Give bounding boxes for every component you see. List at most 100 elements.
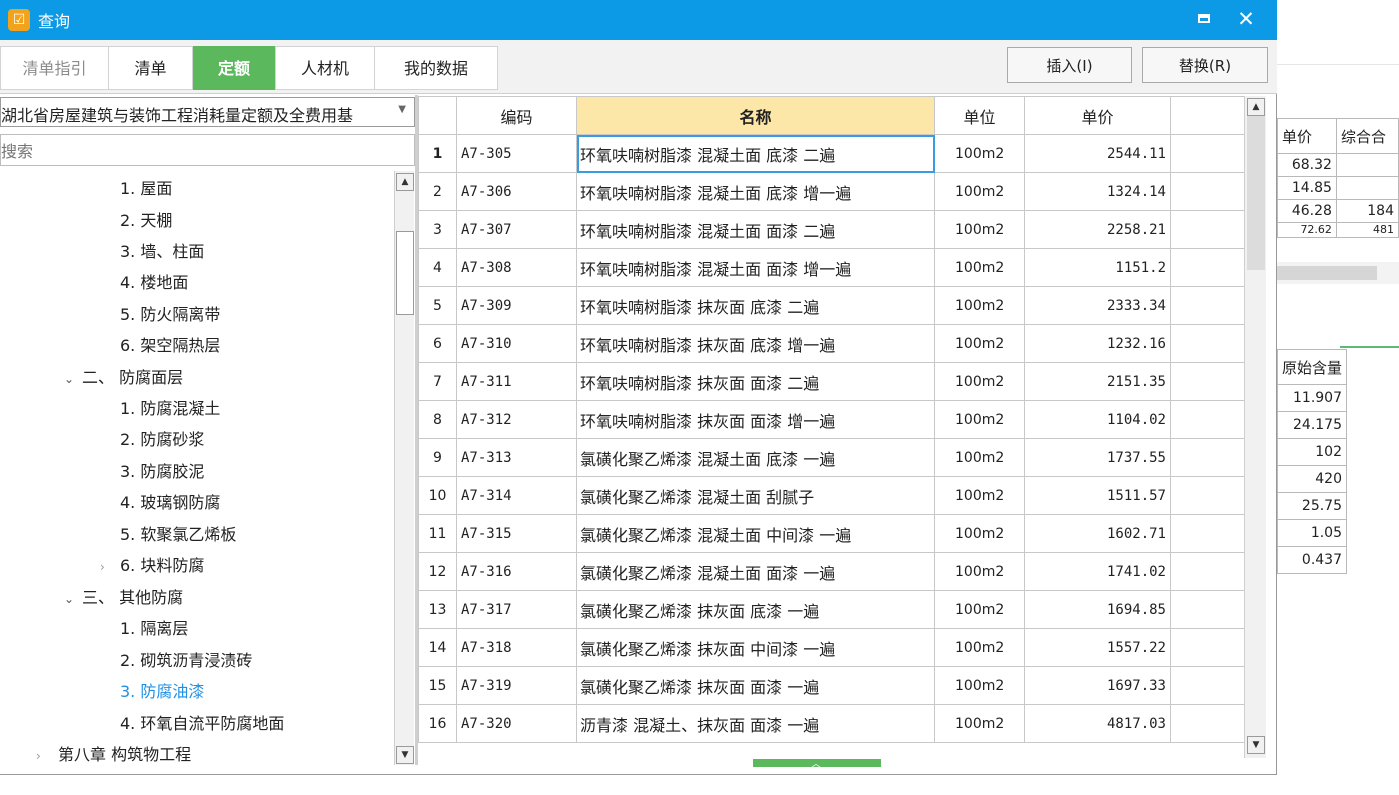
cell-name[interactable]: 环氧呋喃树脂漆 混凝土面 底漆 增一遍 xyxy=(576,172,935,211)
replace-button[interactable]: 替换(R) xyxy=(1142,47,1268,83)
tree-node[interactable]: 5. 防火隔离带 xyxy=(120,300,220,330)
cell-price[interactable]: 1511.57 xyxy=(1024,476,1171,515)
tree-node[interactable]: 4. 环氧自流平防腐地面 xyxy=(120,709,284,739)
cell-price[interactable]: 1232.16 xyxy=(1024,324,1171,363)
cell-price[interactable]: 2544.11 xyxy=(1024,134,1171,173)
cell-price[interactable]: 1602.71 xyxy=(1024,514,1171,553)
cell-unit[interactable]: 100m2 xyxy=(934,324,1025,363)
scroll-thumb[interactable] xyxy=(1247,116,1265,270)
cell-price[interactable]: 1694.85 xyxy=(1024,590,1171,629)
cell-code[interactable]: A7-313 xyxy=(456,438,577,477)
tab-quota[interactable]: 定额 xyxy=(193,46,275,90)
cell-name[interactable]: 氯磺化聚乙烯漆 抹灰面 底漆 一遍 xyxy=(576,590,935,629)
cell-name[interactable]: 环氧呋喃树脂漆 混凝土面 面漆 增一遍 xyxy=(576,248,935,287)
chevron-right-icon[interactable]: › xyxy=(100,552,120,582)
table-row[interactable]: 15 A7-319 氯磺化聚乙烯漆 抹灰面 面漆 一遍 100m2 1697.33 xyxy=(418,666,1245,705)
header-unit[interactable]: 单位 xyxy=(934,96,1025,135)
tree-node[interactable]: 2. 防腐砂浆 xyxy=(120,425,204,455)
cell-code[interactable]: A7-317 xyxy=(456,590,577,629)
tab-list-guide[interactable]: 清单指引 xyxy=(0,46,109,90)
grid-vertical-scrollbar[interactable]: ▲ ▼ xyxy=(1244,96,1266,758)
cell-price[interactable]: 1741.02 xyxy=(1024,552,1171,591)
tree-vertical-scrollbar[interactable]: ▲ ▼ xyxy=(394,171,414,765)
cell-code[interactable]: A7-306 xyxy=(456,172,577,211)
cell-name[interactable]: 氯磺化聚乙烯漆 抹灰面 中间漆 一遍 xyxy=(576,628,935,667)
cell-code[interactable]: A7-305 xyxy=(456,134,577,173)
cell-name[interactable]: 氯磺化聚乙烯漆 混凝土面 面漆 一遍 xyxy=(576,552,935,591)
scroll-down-icon[interactable]: ▼ xyxy=(1247,736,1265,754)
tab-my-data[interactable]: 我的数据 xyxy=(374,46,498,90)
table-row[interactable]: 9 A7-313 氯磺化聚乙烯漆 混凝土面 底漆 一遍 100m2 1737.55 xyxy=(418,438,1245,477)
cell-unit[interactable]: 100m2 xyxy=(934,514,1025,553)
search-input[interactable] xyxy=(0,134,415,166)
cell-code[interactable]: A7-314 xyxy=(456,476,577,515)
cell-name[interactable]: 环氧呋喃树脂漆 混凝土面 面漆 二遍 xyxy=(576,210,935,249)
chevron-down-icon[interactable]: ⌄ xyxy=(64,584,82,614)
scroll-up-icon[interactable]: ▲ xyxy=(396,173,414,191)
table-row[interactable]: 5 A7-309 环氧呋喃树脂漆 抹灰面 底漆 二遍 100m2 2333.34 xyxy=(418,286,1245,325)
maximize-button[interactable] xyxy=(1192,8,1218,32)
insert-button[interactable]: 插入(I) xyxy=(1007,47,1132,83)
bg-horizontal-scrollbar[interactable] xyxy=(1277,262,1399,284)
tree-node[interactable]: 1. 防腐混凝土 xyxy=(120,394,220,424)
tree-node[interactable]: 1. 屋面 xyxy=(120,174,172,204)
tree-node-expanded[interactable]: ⌄ 三、 其他防腐 xyxy=(64,583,183,613)
tree-node[interactable]: 4. 玻璃钢防腐 xyxy=(120,488,220,518)
cell-unit[interactable]: 100m2 xyxy=(934,362,1025,401)
cell-code[interactable]: A7-312 xyxy=(456,400,577,439)
cell-name[interactable]: 氯磺化聚乙烯漆 混凝土面 底漆 一遍 xyxy=(576,438,935,477)
cell-code[interactable]: A7-309 xyxy=(456,286,577,325)
cell-code[interactable]: A7-320 xyxy=(456,704,577,743)
cell-code[interactable]: A7-310 xyxy=(456,324,577,363)
table-row[interactable]: 12 A7-316 氯磺化聚乙烯漆 混凝土面 面漆 一遍 100m2 1741.02 xyxy=(418,552,1245,591)
cell-price[interactable]: 1737.55 xyxy=(1024,438,1171,477)
tree-node[interactable]: 3. 墙、柱面 xyxy=(120,237,204,267)
table-row[interactable]: 3 A7-307 环氧呋喃树脂漆 混凝土面 面漆 二遍 100m2 2258.21 xyxy=(418,210,1245,249)
tree-node[interactable]: 5. 软聚氯乙烯板 xyxy=(120,520,236,550)
cell-unit[interactable]: 100m2 xyxy=(934,666,1025,705)
cell-name[interactable]: 环氧呋喃树脂漆 抹灰面 面漆 增一遍 xyxy=(576,400,935,439)
cell-unit[interactable]: 100m2 xyxy=(934,286,1025,325)
cell-unit[interactable]: 100m2 xyxy=(934,172,1025,211)
table-row[interactable]: 16 A7-320 沥青漆 混凝土、抹灰面 面漆 一遍 100m2 4817.03 xyxy=(418,704,1245,743)
tree-node[interactable]: 1. 隔离层 xyxy=(120,614,188,644)
cell-code[interactable]: A7-315 xyxy=(456,514,577,553)
cell-unit[interactable]: 100m2 xyxy=(934,552,1025,591)
cell-price[interactable]: 2151.35 xyxy=(1024,362,1171,401)
cell-unit[interactable]: 100m2 xyxy=(934,590,1025,629)
table-row[interactable]: 7 A7-311 环氧呋喃树脂漆 抹灰面 面漆 二遍 100m2 2151.35 xyxy=(418,362,1245,401)
tree-node[interactable]: 6. 架空隔热层 xyxy=(120,331,220,361)
chevron-right-icon[interactable]: › xyxy=(36,741,58,765)
chevron-down-icon[interactable]: ⌄ xyxy=(64,364,82,394)
tree-node[interactable]: 3. 防腐胶泥 xyxy=(120,457,204,487)
header-name[interactable]: 名称 xyxy=(576,96,935,135)
cell-unit[interactable]: 100m2 xyxy=(934,400,1025,439)
cell-unit[interactable]: 100m2 xyxy=(934,134,1025,173)
scroll-thumb[interactable] xyxy=(1277,266,1377,280)
tree-node-collapsed[interactable]: › 第八章 构筑物工程 xyxy=(36,740,191,765)
table-row[interactable]: 1 A7-305 环氧呋喃树脂漆 混凝土面 底漆 二遍 100m2 2544.11 xyxy=(418,134,1245,173)
tab-list[interactable]: 清单 xyxy=(108,46,193,90)
table-row[interactable]: 6 A7-310 环氧呋喃树脂漆 抹灰面 底漆 增一遍 100m2 1232.16 xyxy=(418,324,1245,363)
scroll-up-icon[interactable]: ▲ xyxy=(1247,98,1265,116)
cell-code[interactable]: A7-308 xyxy=(456,248,577,287)
cell-price[interactable]: 2333.34 xyxy=(1024,286,1171,325)
cell-name[interactable]: 沥青漆 混凝土、抹灰面 面漆 一遍 xyxy=(576,704,935,743)
cell-unit[interactable]: 100m2 xyxy=(934,704,1025,743)
cell-unit[interactable]: 100m2 xyxy=(934,628,1025,667)
tree-node-collapsed[interactable]: › 6. 块料防腐 xyxy=(100,551,204,581)
table-row[interactable]: 10 A7-314 氯磺化聚乙烯漆 混凝土面 刮腻子 100m2 1511.57 xyxy=(418,476,1245,515)
table-row[interactable]: 13 A7-317 氯磺化聚乙烯漆 抹灰面 底漆 一遍 100m2 1694.85 xyxy=(418,590,1245,629)
table-row[interactable]: 14 A7-318 氯磺化聚乙烯漆 抹灰面 中间漆 一遍 100m2 1557.22 xyxy=(418,628,1245,667)
header-price[interactable]: 单价 xyxy=(1024,96,1171,135)
cell-price[interactable]: 2258.21 xyxy=(1024,210,1171,249)
cell-unit[interactable]: 100m2 xyxy=(934,476,1025,515)
cell-code[interactable]: A7-311 xyxy=(456,362,577,401)
tree-node[interactable]: 2. 天棚 xyxy=(120,206,172,236)
tab-materials[interactable]: 人材机 xyxy=(275,46,375,90)
title-bar[interactable]: ☑ 查询 ✕ xyxy=(0,0,1277,40)
cell-name[interactable]: 环氧呋喃树脂漆 抹灰面 底漆 增一遍 xyxy=(576,324,935,363)
cell-code[interactable]: A7-319 xyxy=(456,666,577,705)
quota-library-select[interactable]: 湖北省房屋建筑与装饰工程消耗量定额及全费用基 ▼ xyxy=(0,97,415,127)
header-code[interactable]: 编码 xyxy=(456,96,577,135)
